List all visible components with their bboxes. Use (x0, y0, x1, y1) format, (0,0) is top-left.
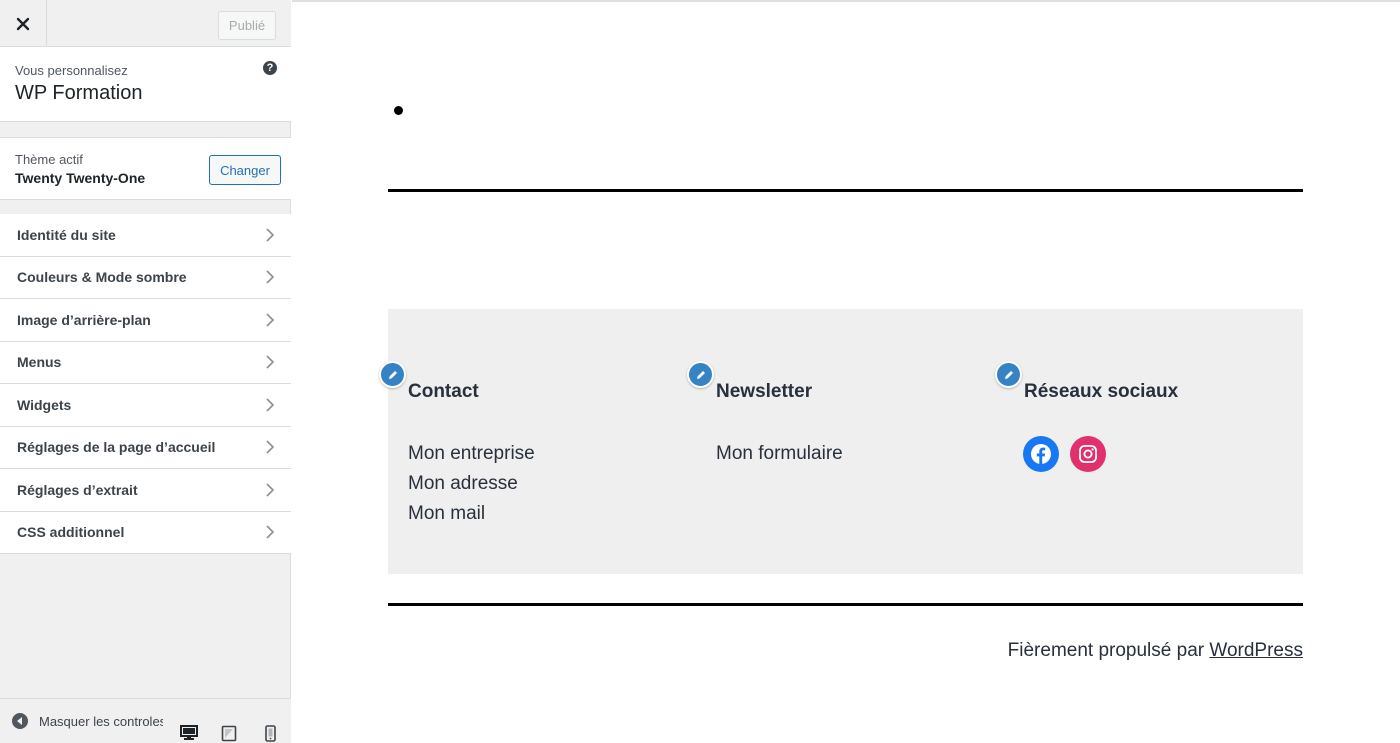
separator-bottom (388, 603, 1303, 606)
wordpress-link[interactable]: WordPress (1209, 640, 1303, 661)
section-label: Réglages d’extrait (17, 481, 138, 498)
list-bullet (394, 106, 403, 115)
chevron-right-icon (266, 228, 275, 242)
separator-top (388, 189, 1303, 192)
footer-widgets-area: Contact Mon entreprise Mon adresse Mon m… (379, 309, 1303, 574)
section-label: Couleurs & Mode sombre (17, 269, 187, 286)
tablet-preview-icon[interactable] (219, 723, 239, 743)
close-icon (16, 17, 30, 30)
contact-line: Mon adresse (408, 473, 518, 494)
section-menus[interactable]: Menus (0, 341, 291, 384)
widget-social: Réseaux sociaux (995, 309, 1284, 574)
help-icon[interactable]: ? (263, 61, 277, 75)
customizing-label: Vous personnalisez (15, 63, 128, 78)
edit-pencil-icon[interactable] (379, 361, 406, 388)
section-label: Widgets (17, 396, 72, 413)
chevron-right-icon (266, 483, 275, 497)
customizer-sections: Identité du site Couleurs & Mode sombre … (0, 214, 291, 554)
widget-text: Mon formulaire (716, 439, 843, 469)
widget-text: Mon entreprise Mon adresse Mon mail (408, 439, 535, 529)
customizer-header: Publié (0, 0, 291, 47)
chevron-right-icon (266, 440, 275, 454)
collapse-sidebar-button[interactable]: Masquer les controles (12, 713, 163, 729)
section-additional-css[interactable]: CSS additionnel (0, 511, 291, 554)
publish-button[interactable]: Publié (218, 11, 276, 40)
section-widgets[interactable]: Widgets (0, 384, 291, 427)
chevron-right-icon (266, 313, 275, 327)
contact-line: Mon mail (408, 503, 486, 524)
chevron-right-icon (266, 398, 275, 412)
widget-title: Contact (408, 381, 479, 402)
customizer-footer: Masquer les controles (0, 698, 291, 743)
section-label: Menus (17, 354, 62, 371)
widget-newsletter: Newsletter Mon formulaire (687, 309, 976, 574)
customizer-sidebar: Publié Vous personnalisez WP Formation ?… (0, 0, 291, 743)
credit-text: Fièrement propulsé par (1007, 640, 1205, 661)
active-theme-name: Twenty Twenty-One (15, 170, 146, 186)
section-homepage-settings[interactable]: Réglages de la page d’accueil (0, 426, 291, 469)
chevron-right-icon (266, 270, 275, 284)
widget-contact: Contact Mon entreprise Mon adresse Mon m… (379, 309, 668, 574)
chevron-right-icon (266, 525, 275, 539)
active-theme-label: Thème actif (15, 152, 83, 167)
section-label: Réglages de la page d’accueil (17, 439, 216, 456)
close-button[interactable] (0, 0, 47, 47)
section-site-identity[interactable]: Identité du site (0, 214, 291, 257)
instagram-icon[interactable] (1070, 436, 1106, 472)
newsletter-line: Mon formulaire (716, 443, 843, 464)
footer-credit: Fièrement propulsé par WordPress (1008, 640, 1303, 662)
section-excerpt-settings[interactable]: Réglages d’extrait (0, 469, 291, 512)
edit-pencil-icon[interactable] (995, 361, 1022, 388)
widget-title: Réseaux sociaux (1024, 381, 1179, 402)
collapse-label: Masquer les controles (39, 713, 163, 729)
active-theme-panel: Thème actif Twenty Twenty-One Changer (0, 137, 291, 200)
customizer-info: Vous personnalisez WP Formation ? (0, 47, 291, 122)
desktop-preview-icon[interactable] (179, 723, 199, 743)
section-background-image[interactable]: Image d’arrière-plan (0, 299, 291, 342)
section-label: Identité du site (17, 226, 116, 243)
site-title: WP Formation (15, 82, 143, 104)
chevron-right-icon (266, 355, 275, 369)
site-preview: Contact Mon entreprise Mon adresse Mon m… (292, 0, 1400, 743)
section-colors-dark-mode[interactable]: Couleurs & Mode sombre (0, 256, 291, 299)
edit-pencil-icon[interactable] (687, 361, 714, 388)
mobile-preview-icon[interactable] (260, 723, 280, 743)
section-label: CSS additionnel (17, 524, 125, 541)
section-label: Image d’arrière-plan (17, 311, 151, 328)
facebook-icon[interactable] (1023, 436, 1059, 472)
contact-line: Mon entreprise (408, 443, 535, 464)
collapse-arrow-icon (12, 713, 28, 729)
widget-title: Newsletter (716, 381, 813, 402)
change-theme-button[interactable]: Changer (209, 155, 281, 185)
